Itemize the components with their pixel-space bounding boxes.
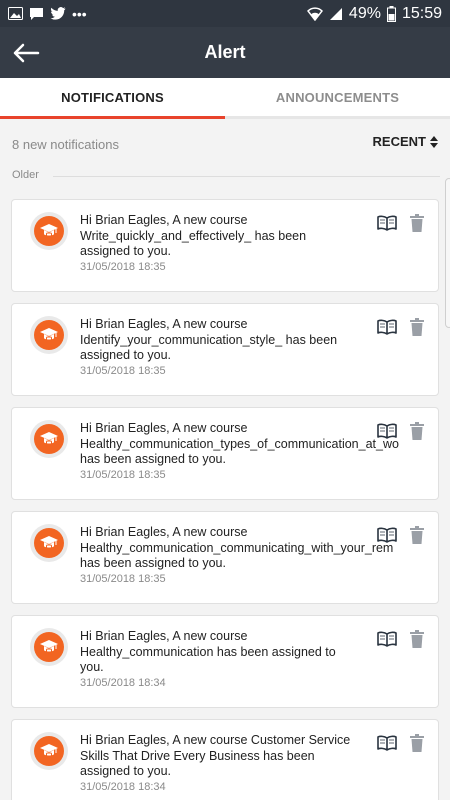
tab-notifications[interactable]: NOTIFICATIONS — [0, 78, 225, 119]
twitter-icon — [50, 7, 66, 20]
open-book-icon[interactable] — [377, 527, 397, 543]
notification-timestamp: 31/05/2018 18:34 — [80, 780, 166, 793]
notification-card[interactable]: Hi Brian Eagles, A new course Customer S… — [11, 719, 439, 800]
course-avatar — [30, 212, 68, 250]
sort-icon — [430, 135, 438, 148]
trash-icon[interactable] — [410, 214, 424, 232]
message-line: Write_quickly_and_effectively_ has been — [80, 228, 307, 243]
more-dots: ••• — [72, 5, 87, 22]
trash-icon[interactable] — [410, 526, 424, 544]
page-title: Alert — [204, 42, 246, 62]
sort-dropdown[interactable]: RECENT — [373, 134, 438, 149]
trash-icon[interactable] — [410, 734, 424, 752]
graduation-cap-icon — [34, 424, 64, 454]
notification-message: Hi Brian Eagles, A new course Healthy_com… — [80, 525, 428, 572]
notification-message: Hi Brian Eagles, A new course Identify_yo… — [80, 317, 428, 364]
notification-card[interactable]: Hi Brian Eagles, A new course Identify_yo… — [11, 303, 439, 396]
message-line: you. — [80, 660, 104, 674]
sort-label: RECENT — [372, 134, 426, 149]
battery-percent: 49% — [348, 4, 381, 22]
graduation-cap-icon — [34, 528, 64, 558]
message-line: Identify_your_communication_style_ has b… — [80, 332, 338, 347]
back-button[interactable] — [0, 27, 52, 78]
message-line: assigned to you. — [80, 348, 172, 362]
status-bar: ••• 49% 15:59 — [0, 0, 450, 27]
battery-icon — [386, 5, 396, 22]
signal-icon — [329, 7, 343, 21]
graduation-cap-icon — [34, 216, 64, 246]
course-avatar — [30, 628, 68, 666]
section-label-older: Older — [12, 169, 39, 181]
trash-icon[interactable] — [410, 422, 424, 440]
trash-icon[interactable] — [410, 318, 424, 336]
notification-card[interactable]: Hi Brian Eagles, A new course Healthy_com… — [11, 511, 439, 604]
open-book-icon[interactable] — [377, 735, 397, 751]
message-line: Healthy_communication has been assigned … — [80, 644, 336, 659]
notification-card[interactable]: Hi Brian Eagles, A new course Healthy_com… — [11, 407, 439, 500]
message-line: assigned to you. — [80, 764, 172, 778]
notification-message: Hi Brian Eagles, A new course Customer S… — [80, 733, 428, 780]
course-avatar — [30, 732, 68, 770]
notification-card[interactable]: Hi Brian Eagles, A new course Write_quick… — [11, 199, 439, 292]
message-line: assigned to you. — [80, 244, 172, 258]
message-line: has been assigned to you. — [80, 556, 226, 570]
notification-message: Hi Brian Eagles, A new course Write_quick… — [80, 213, 428, 260]
graduation-cap-icon — [34, 632, 64, 662]
course-avatar — [30, 316, 68, 354]
notification-timestamp: 31/05/2018 18:34 — [80, 676, 166, 689]
wifi-icon — [306, 6, 323, 21]
scroll-handle[interactable] — [445, 178, 450, 328]
tab-announcements[interactable]: ANNOUNCEMENTS — [225, 78, 450, 119]
app-bar: Alert — [0, 27, 450, 78]
open-book-icon[interactable] — [377, 319, 397, 335]
open-book-icon[interactable] — [377, 423, 397, 439]
message-line: Healthy_communication_communicating_with… — [80, 540, 394, 555]
message-line: Hi Brian Eagles, A new course — [80, 421, 248, 435]
chat-icon — [29, 7, 44, 21]
notification-timestamp: 31/05/2018 18:35 — [80, 364, 166, 377]
message-line: Hi Brian Eagles, A new course Customer S… — [80, 733, 351, 747]
message-line: Hi Brian Eagles, A new course — [80, 213, 248, 227]
arrow-left-icon — [13, 43, 40, 62]
message-line: has been assigned to you. — [80, 452, 226, 466]
trash-icon[interactable] — [410, 630, 424, 648]
notification-timestamp: 31/05/2018 18:35 — [80, 572, 166, 585]
message-line: Healthy_communication_types_of_communica… — [80, 436, 399, 451]
notification-timestamp: 31/05/2018 18:35 — [80, 468, 166, 481]
notification-card[interactable]: Hi Brian Eagles, A new course Healthy_com… — [11, 615, 439, 708]
course-avatar — [30, 420, 68, 458]
clock: 15:59 — [401, 4, 442, 22]
open-book-icon[interactable] — [377, 631, 397, 647]
graduation-cap-icon — [34, 736, 64, 766]
notification-timestamp: 31/05/2018 18:35 — [80, 260, 166, 273]
course-avatar — [30, 524, 68, 562]
message-line: Hi Brian Eagles, A new course — [80, 629, 248, 643]
section-divider — [53, 176, 440, 177]
open-book-icon[interactable] — [377, 215, 397, 231]
message-line: Skills That Drive Every Business has bee… — [80, 748, 315, 763]
notification-message: Hi Brian Eagles, A new course Healthy_com… — [80, 629, 428, 676]
message-line: Hi Brian Eagles, A new course — [80, 525, 248, 539]
tab-bar: NOTIFICATIONS ANNOUNCEMENTS — [0, 78, 450, 119]
gallery-icon — [8, 7, 23, 20]
notification-count: 8 new notifications — [12, 137, 119, 152]
notification-message: Hi Brian Eagles, A new course Healthy_com… — [80, 421, 428, 468]
graduation-cap-icon — [34, 320, 64, 350]
message-line: Hi Brian Eagles, A new course — [80, 317, 248, 331]
